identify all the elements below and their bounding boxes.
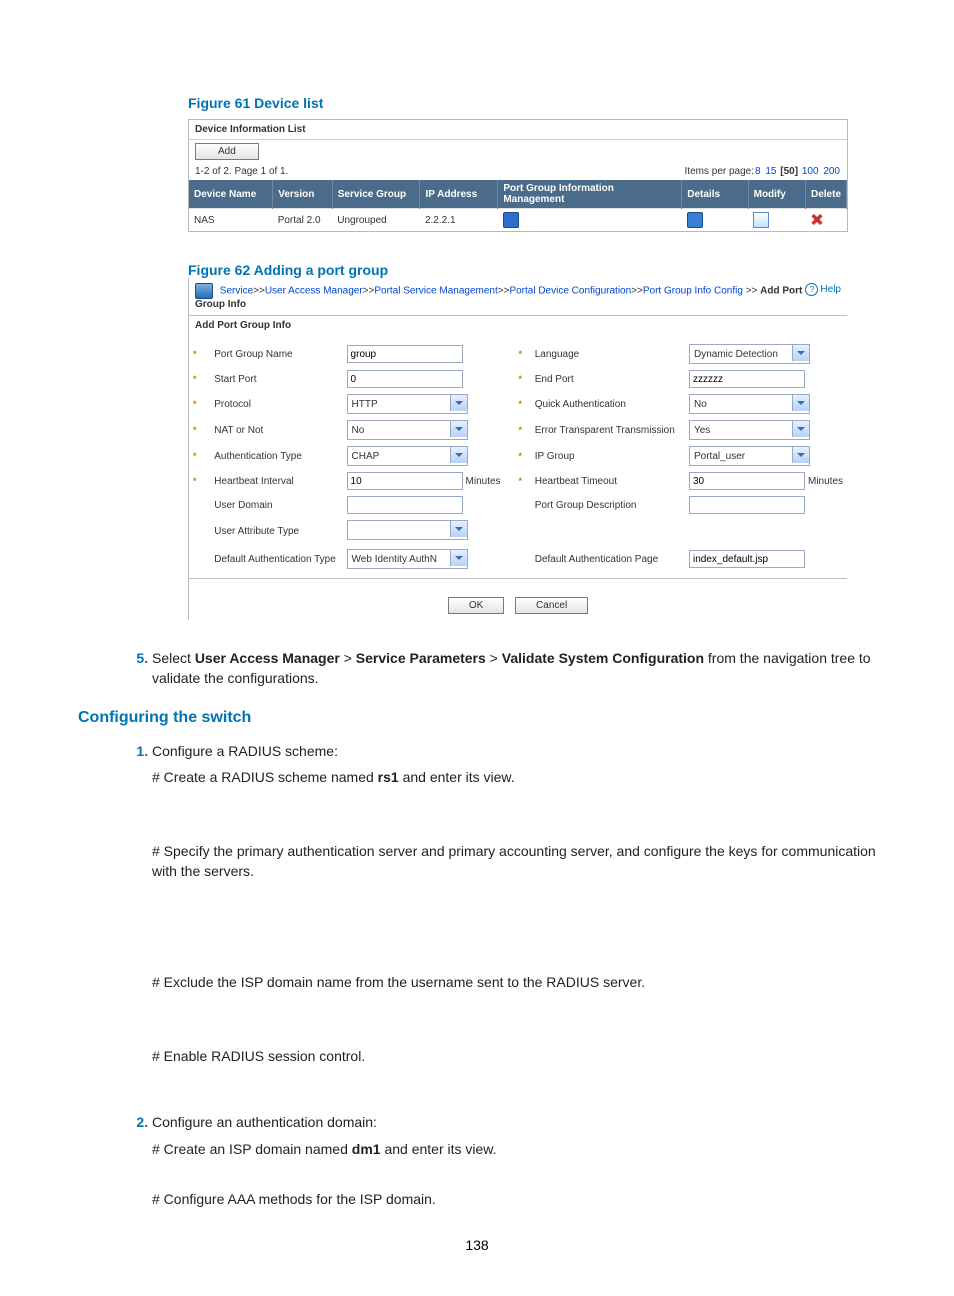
required-icon: *: [518, 399, 524, 409]
pp-50: [50]: [780, 166, 798, 177]
help-link[interactable]: Help: [805, 283, 841, 296]
ett-select[interactable]: Yes: [689, 420, 810, 440]
cell-sg: Ungrouped: [332, 209, 420, 232]
breadcrumb-icon: [195, 283, 213, 299]
required-icon: *: [518, 425, 524, 435]
label-auth-type: Authentication Type: [210, 443, 342, 469]
required-icon: *: [193, 451, 199, 461]
port-group-name-input[interactable]: [347, 345, 463, 363]
heartbeat-interval-input[interactable]: [347, 472, 463, 490]
heartbeat-timeout-input[interactable]: [689, 472, 805, 490]
col-device-name[interactable]: Device Name: [189, 180, 273, 209]
label-protocol: Protocol: [210, 391, 342, 417]
required-icon: *: [518, 374, 524, 384]
col-modify[interactable]: Modify: [748, 180, 805, 209]
user-domain-input[interactable]: [347, 496, 463, 514]
protocol-select[interactable]: HTTP: [347, 394, 468, 414]
add-port-group-panel: Help Service>>User Access Manager>>Porta…: [188, 278, 847, 620]
label-start-port: Start Port: [210, 367, 342, 391]
panel-title: Device Information List: [189, 120, 847, 140]
label-user-attr-type: User Attribute Type: [210, 517, 342, 546]
label-heartbeat-interval: Heartbeat Interval: [210, 469, 342, 493]
device-list-panel: Device Information List Add 1-2 of 2. Pa…: [188, 119, 848, 232]
required-icon: *: [518, 476, 524, 486]
cell-pgim[interactable]: [498, 209, 682, 232]
port-group-icon[interactable]: [503, 212, 519, 228]
end-port-input[interactable]: [689, 370, 805, 388]
label-ip-group: IP Group: [531, 443, 685, 469]
language-select[interactable]: Dynamic Detection: [689, 344, 810, 364]
label-default-auth-type: Default Authentication Type: [210, 546, 342, 572]
section-title: Add Port Group Info: [189, 316, 847, 335]
pp-200[interactable]: 200: [823, 166, 840, 177]
nat-select[interactable]: No: [347, 420, 468, 440]
label-user-domain: User Domain: [210, 493, 342, 517]
cancel-button[interactable]: Cancel: [515, 597, 588, 614]
step-1: Configure a RADIUS scheme: # Create a RA…: [152, 741, 876, 1067]
crumb-psm[interactable]: Portal Service Management: [374, 286, 497, 297]
required-icon: *: [193, 425, 199, 435]
auth-type-select[interactable]: CHAP: [347, 446, 468, 466]
label-end-port: End Port: [531, 367, 685, 391]
pp-8[interactable]: 8: [755, 166, 761, 177]
required-icon: *: [193, 374, 199, 384]
user-attr-type-select[interactable]: [347, 520, 468, 540]
col-version[interactable]: Version: [273, 180, 333, 209]
col-delete[interactable]: Delete: [805, 180, 846, 209]
device-table: Device Name Version Service Group IP Add…: [189, 180, 847, 231]
breadcrumb: Help Service>>User Access Manager>>Porta…: [189, 278, 847, 315]
figure-61-title: Figure 61 Device list: [188, 95, 876, 111]
step-5: Select User Access Manager > Service Par…: [152, 648, 876, 689]
modify-icon[interactable]: [753, 212, 769, 228]
pg-desc-input[interactable]: [689, 496, 805, 514]
default-auth-page-input[interactable]: [689, 550, 805, 568]
section-configuring-switch: Configuring the switch: [78, 709, 876, 727]
cell-ip: 2.2.2.1: [420, 209, 498, 232]
crumb-pdc[interactable]: Portal Device Configuration: [509, 286, 631, 297]
required-icon: *: [193, 476, 199, 486]
label-heartbeat-timeout: Heartbeat Timeout: [531, 469, 685, 493]
table-row: NAS Portal 2.0 Ungrouped 2.2.2.1: [189, 209, 847, 232]
quick-auth-select[interactable]: No: [689, 394, 810, 414]
crumb-pgic[interactable]: Port Group Info Config: [643, 286, 743, 297]
pager-info: 1-2 of 2. Page 1 of 1.: [195, 166, 288, 177]
label-ett: Error Transparent Transmission: [531, 417, 685, 443]
ip-group-select[interactable]: Portal_user: [689, 446, 810, 466]
items-per-page: Items per page:8 15 [50] 100 200: [685, 166, 841, 177]
cell-modify[interactable]: [748, 209, 805, 232]
pp-100[interactable]: 100: [802, 166, 819, 177]
crumb-service[interactable]: Service: [220, 286, 253, 297]
required-icon: *: [193, 349, 199, 359]
default-auth-type-select[interactable]: Web Identity AuthN: [347, 549, 468, 569]
label-quick-auth: Quick Authentication: [531, 391, 685, 417]
col-service-group[interactable]: Service Group: [332, 180, 420, 209]
figure-62-title: Figure 62 Adding a port group: [188, 262, 876, 278]
delete-icon[interactable]: [810, 213, 824, 227]
col-ip[interactable]: IP Address: [420, 180, 498, 209]
cell-details[interactable]: [682, 209, 748, 232]
label-default-auth-page: Default Authentication Page: [531, 546, 685, 572]
page-number: 138: [78, 1237, 876, 1253]
start-port-input[interactable]: [347, 370, 463, 388]
col-pgim[interactable]: Port Group Information Management: [498, 180, 682, 209]
required-icon: *: [193, 399, 199, 409]
label-language: Language: [531, 341, 685, 367]
cell-version: Portal 2.0: [273, 209, 333, 232]
col-details[interactable]: Details: [682, 180, 748, 209]
required-icon: *: [518, 349, 524, 359]
label-pg-desc: Port Group Description: [531, 493, 685, 517]
pp-15[interactable]: 15: [765, 166, 776, 177]
cell-name: NAS: [189, 209, 273, 232]
step-2: Configure an authentication domain: # Cr…: [152, 1112, 876, 1209]
add-button[interactable]: Add: [195, 143, 259, 160]
label-nat: NAT or Not: [210, 417, 342, 443]
required-icon: *: [518, 451, 524, 461]
details-icon[interactable]: [687, 212, 703, 228]
cell-delete[interactable]: [805, 209, 846, 232]
ok-button[interactable]: OK: [448, 597, 504, 614]
crumb-uam[interactable]: User Access Manager: [265, 286, 363, 297]
label-port-group-name: Port Group Name: [210, 341, 342, 367]
